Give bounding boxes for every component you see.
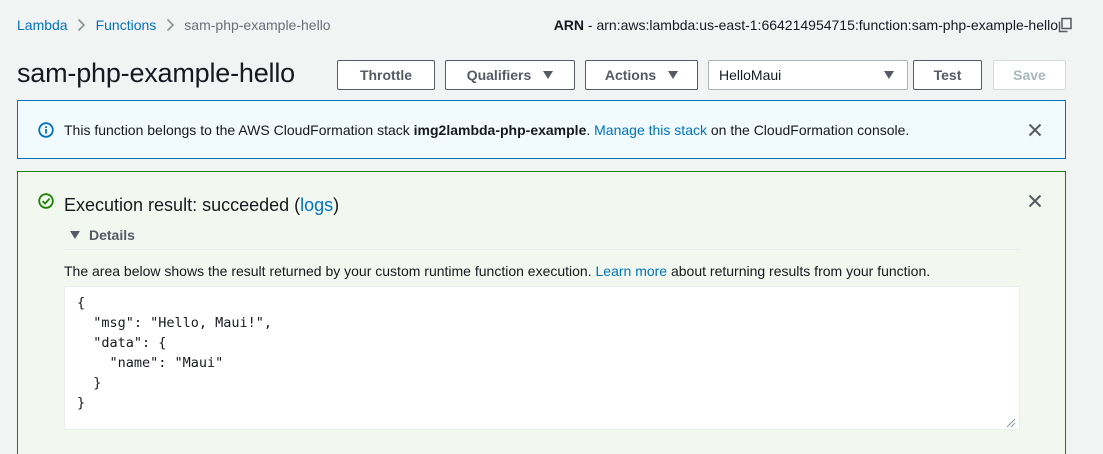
info-text-after: on the CloudFormation console.	[706, 122, 910, 138]
details-description: The area below shows the result returned…	[64, 263, 930, 279]
save-button[interactable]: Save	[993, 60, 1066, 90]
breadcrumb-lambda[interactable]: Lambda	[17, 17, 68, 33]
close-icon[interactable]	[1028, 123, 1042, 137]
arn-separator: -	[584, 17, 597, 33]
test-button[interactable]: Test	[913, 60, 982, 90]
test-event-selected: HelloMaui	[719, 67, 782, 83]
info-flashbar: This function belongs to the AWS CloudFo…	[17, 100, 1066, 159]
actions-dropdown[interactable]: Actions	[585, 60, 698, 90]
desc-before: The area below shows the result returned…	[64, 263, 596, 279]
check-circle-icon	[38, 193, 54, 209]
qualifiers-dropdown[interactable]: Qualifiers	[445, 60, 575, 90]
breadcrumb-current: sam-php-example-hello	[184, 17, 331, 33]
divider	[64, 249, 1020, 250]
chevron-right-icon	[156, 18, 184, 32]
arn-value: arn:aws:lambda:us-east-1:664214954715:fu…	[596, 17, 1058, 33]
caret-down-icon	[70, 231, 80, 239]
throttle-button[interactable]: Throttle	[337, 60, 435, 90]
caret-down-icon	[668, 71, 679, 79]
stack-name: img2lambda-php-example	[413, 122, 587, 138]
learn-more-link[interactable]: Learn more	[596, 263, 668, 279]
details-label: Details	[89, 227, 135, 243]
throttle-button-label: Throttle	[359, 67, 413, 83]
desc-after: about returning results from your functi…	[667, 263, 931, 279]
actions-label: Actions	[604, 67, 657, 83]
info-text-mid: .	[586, 122, 595, 138]
manage-stack-link[interactable]: Manage this stack	[594, 122, 707, 138]
details-toggle[interactable]: Details	[70, 227, 135, 243]
result-title-suffix: )	[333, 195, 340, 215]
test-event-select[interactable]: HelloMaui	[708, 60, 908, 90]
save-button-label: Save	[1013, 67, 1046, 83]
result-output-text: { "msg": "Hello, Maui!", "data": { "name…	[77, 295, 273, 411]
result-output-textarea[interactable]: { "msg": "Hello, Maui!", "data": { "name…	[64, 286, 1020, 430]
info-text-before: This function belongs to the AWS CloudFo…	[64, 122, 414, 138]
logs-link[interactable]: logs	[300, 195, 333, 215]
qualifiers-label: Qualifiers	[466, 67, 532, 83]
resize-handle-icon[interactable]	[1004, 414, 1016, 428]
info-message: This function belongs to the AWS CloudFo…	[64, 122, 909, 138]
caret-down-icon	[884, 71, 894, 79]
close-icon[interactable]	[1028, 194, 1042, 208]
copy-icon[interactable]	[1057, 17, 1073, 33]
result-title-prefix: Execution result: succeeded (	[64, 195, 301, 215]
page-title: sam-php-example-hello	[17, 58, 295, 88]
info-icon	[38, 122, 54, 138]
breadcrumb: Lambda Functions sam-php-example-hello	[17, 17, 331, 33]
chevron-right-icon	[68, 18, 96, 32]
arn-display: ARN - arn:aws:lambda:us-east-1:664214954…	[554, 17, 1058, 33]
test-button-label: Test	[933, 67, 962, 83]
execution-result-panel: Execution result: succeeded (logs) Detai…	[17, 171, 1066, 454]
arn-label: ARN	[553, 17, 585, 33]
breadcrumb-functions[interactable]: Functions	[96, 17, 157, 33]
execution-result-title: Execution result: succeeded (logs)	[64, 195, 339, 216]
caret-down-icon	[543, 71, 554, 79]
